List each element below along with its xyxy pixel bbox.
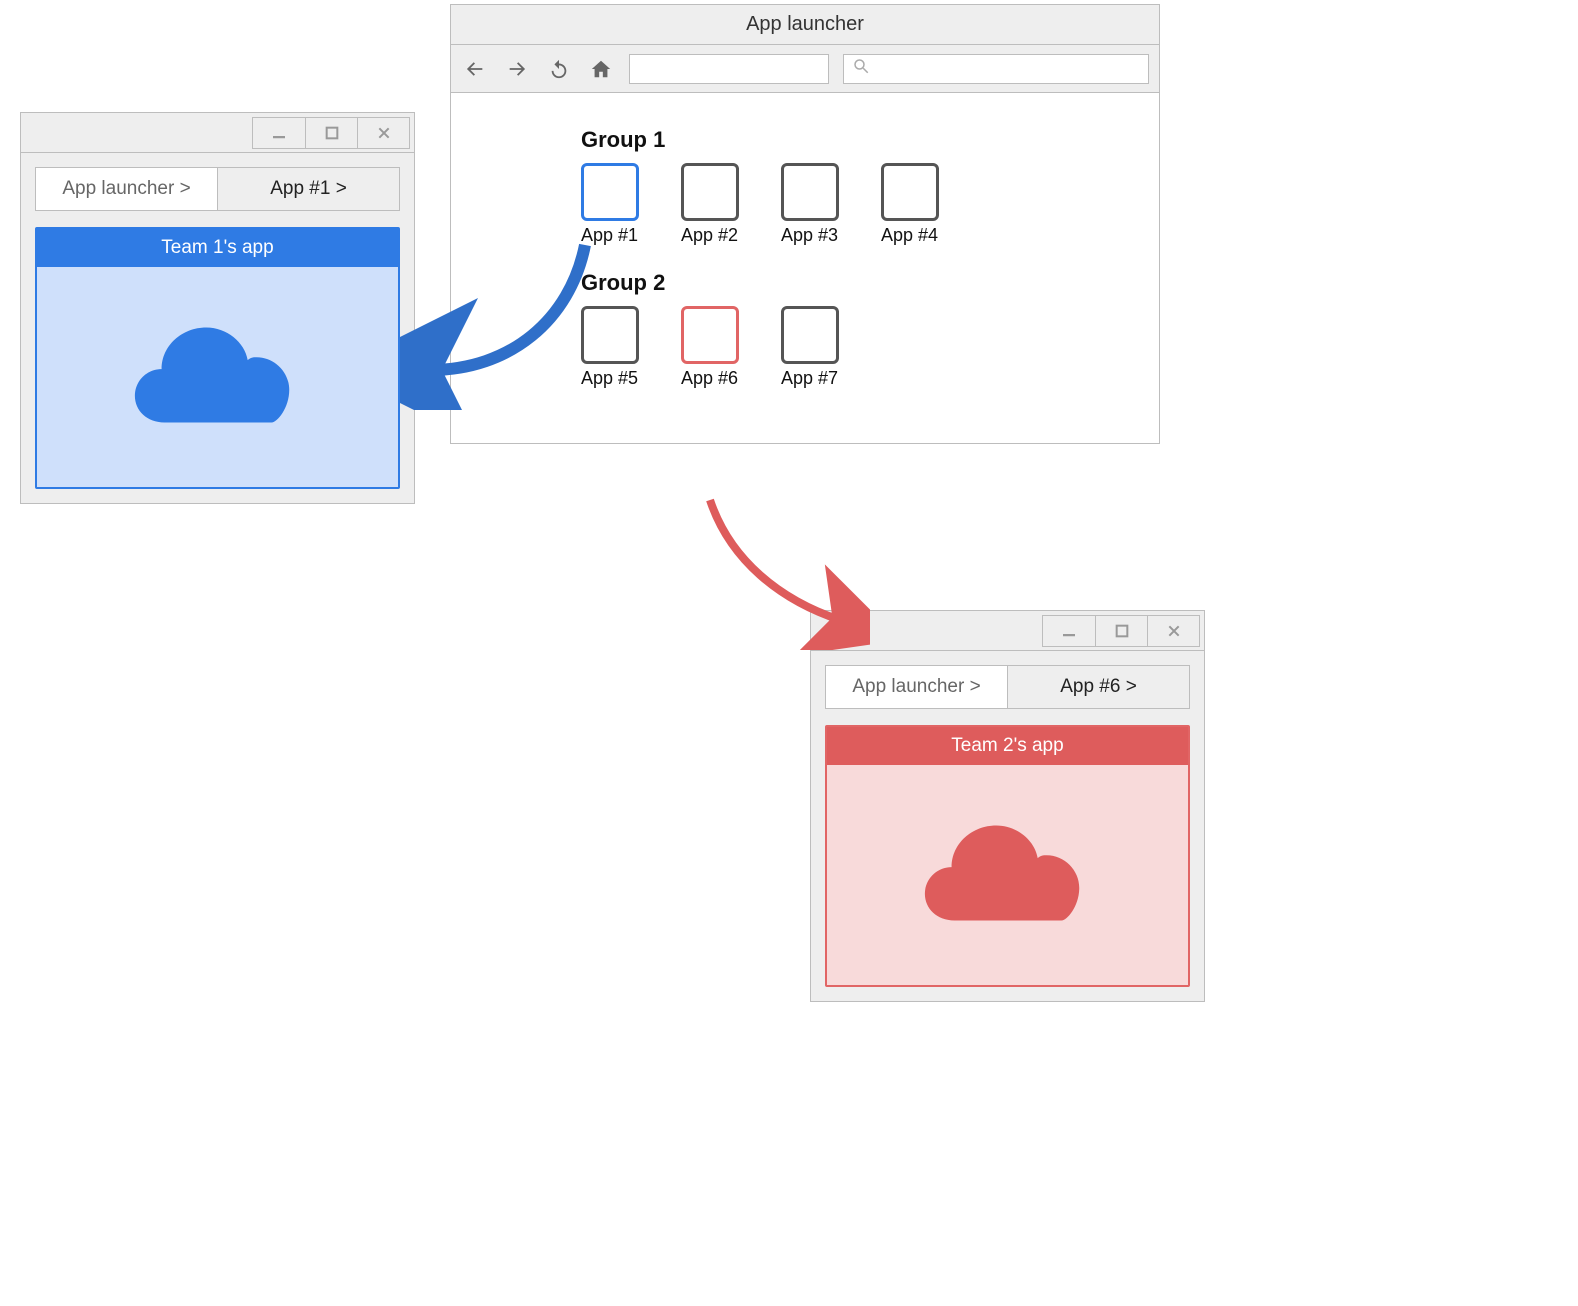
breadcrumb: App launcher > App #1 > (35, 167, 400, 211)
app-tile-5[interactable]: App #5 (581, 306, 639, 389)
team1-titlebar (21, 113, 414, 153)
group-1-row: App #1 App #2 App #3 App #4 (581, 163, 1029, 246)
group-title-2: Group 2 (581, 270, 1029, 296)
app-tile-4[interactable]: App #4 (881, 163, 939, 246)
team1-body: App launcher > App #1 > Team 1's app (21, 153, 414, 503)
team1-card-title: Team 1's app (37, 229, 398, 267)
back-icon[interactable] (461, 55, 489, 83)
app-label: App #5 (581, 368, 638, 389)
cloud-icon (123, 310, 313, 445)
browser-window: App launcher Group 1 (450, 4, 1160, 444)
team2-body: App launcher > App #6 > Team 2's app (811, 651, 1204, 1001)
maximize-button[interactable] (1095, 616, 1147, 646)
app-box (581, 306, 639, 364)
team2-card-title: Team 2's app (827, 727, 1188, 765)
app-tile-1[interactable]: App #1 (581, 163, 639, 246)
search-icon (852, 57, 870, 80)
browser-titlebar: App launcher (451, 5, 1159, 45)
home-icon[interactable] (587, 55, 615, 83)
app-box (681, 306, 739, 364)
team2-card: Team 2's app (825, 725, 1190, 987)
app-box (781, 163, 839, 221)
app-label: App #2 (681, 225, 738, 246)
team1-card-body (37, 267, 398, 487)
minimize-button[interactable] (1043, 616, 1095, 646)
breadcrumb: App launcher > App #6 > (825, 665, 1190, 709)
launcher-body: Group 1 App #1 App #2 App #3 App #4 (451, 93, 1159, 443)
team1-window: App launcher > App #1 > Team 1's app (20, 112, 415, 504)
app-tile-2[interactable]: App #2 (681, 163, 739, 246)
app-label: App #1 (581, 225, 638, 246)
maximize-button[interactable] (305, 118, 357, 148)
team2-card-body (827, 765, 1188, 985)
app-tile-7[interactable]: App #7 (781, 306, 839, 389)
app-label: App #4 (881, 225, 938, 246)
breadcrumb-root[interactable]: App launcher > (826, 666, 1008, 708)
window-controls (1042, 615, 1200, 647)
team2-window: App launcher > App #6 > Team 2's app (810, 610, 1205, 1002)
app-box (581, 163, 639, 221)
app-tile-6[interactable]: App #6 (681, 306, 739, 389)
browser-toolbar (451, 45, 1159, 93)
close-button[interactable] (357, 118, 409, 148)
app-label: App #7 (781, 368, 838, 389)
minimize-button[interactable] (253, 118, 305, 148)
breadcrumb-current[interactable]: App #1 > (218, 168, 399, 210)
window-controls (252, 117, 410, 149)
app-box (881, 163, 939, 221)
breadcrumb-current[interactable]: App #6 > (1008, 666, 1189, 708)
breadcrumb-root[interactable]: App launcher > (36, 168, 218, 210)
forward-icon[interactable] (503, 55, 531, 83)
close-button[interactable] (1147, 616, 1199, 646)
app-tile-3[interactable]: App #3 (781, 163, 839, 246)
team1-card: Team 1's app (35, 227, 400, 489)
app-label: App #3 (781, 225, 838, 246)
url-input[interactable] (629, 54, 829, 84)
reload-icon[interactable] (545, 55, 573, 83)
cloud-icon (913, 808, 1103, 943)
app-box (681, 163, 739, 221)
browser-title: App launcher (746, 13, 864, 36)
team2-titlebar (811, 611, 1204, 651)
group-title-1: Group 1 (581, 127, 1029, 153)
app-label: App #6 (681, 368, 738, 389)
group-2-row: App #5 App #6 App #7 (581, 306, 1029, 389)
search-input[interactable] (843, 54, 1149, 84)
app-box (781, 306, 839, 364)
